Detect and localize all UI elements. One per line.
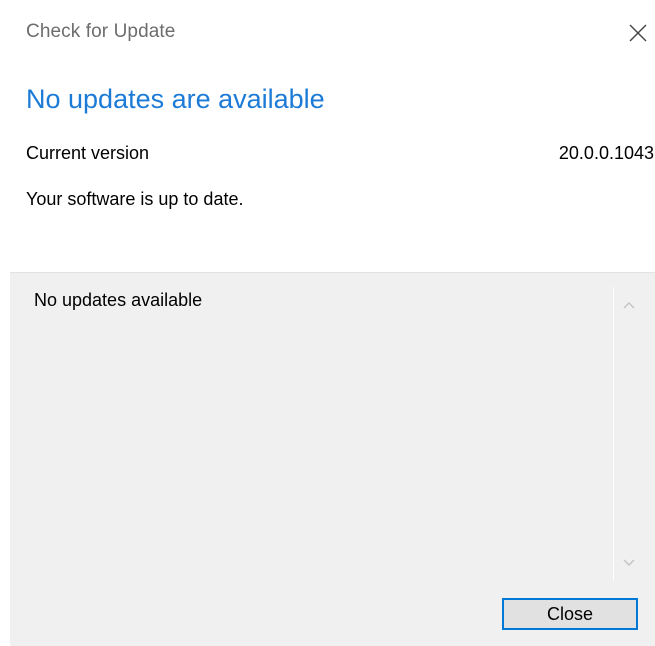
current-version-value: 20.0.0.1043 [558, 143, 654, 163]
update-notes-area: No updates available [10, 273, 613, 583]
current-version-label: Current version [26, 143, 150, 163]
update-dialog: Check for Update No updates are availabl… [0, 0, 655, 646]
update-notes-text: No updates available [34, 290, 203, 310]
status-heading: No updates are available [26, 84, 325, 114]
title-bar: Check for Update [0, 0, 655, 66]
window-title: Check for Update [26, 21, 176, 42]
status-message: Your software is up to date. [26, 189, 244, 209]
update-details-panel: No updates available Close [10, 272, 655, 646]
chevron-up-icon[interactable] [614, 291, 644, 319]
notes-scrollbar[interactable] [613, 287, 644, 581]
close-button[interactable]: Close [502, 598, 638, 630]
close-icon[interactable] [621, 16, 655, 50]
chevron-down-icon[interactable] [614, 549, 644, 577]
